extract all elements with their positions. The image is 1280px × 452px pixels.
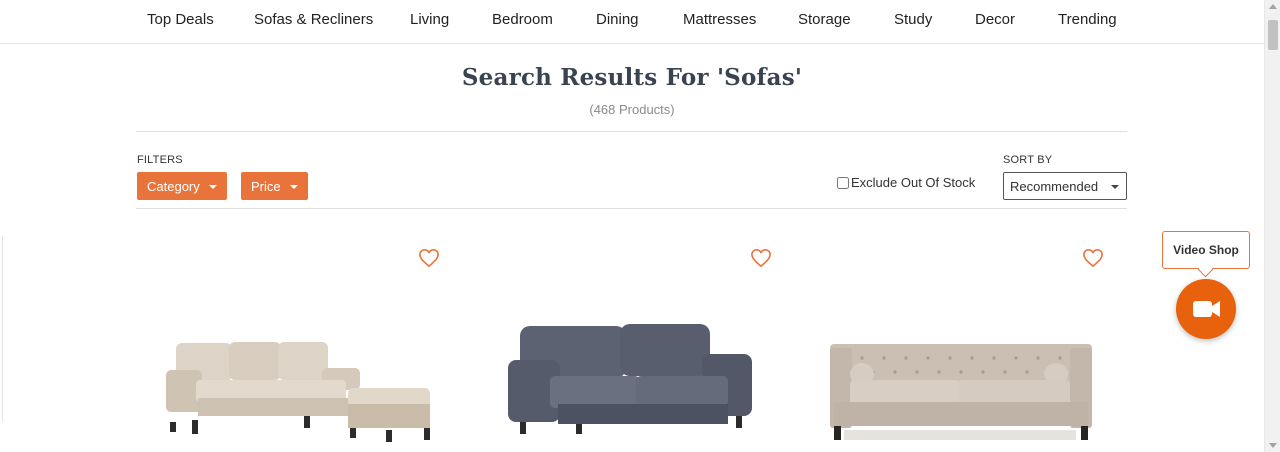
- scroll-up-arrow-icon[interactable]: [1269, 4, 1277, 9]
- scroll-thumb[interactable]: [1268, 20, 1278, 50]
- filters-label: FILTERS: [137, 154, 183, 166]
- product-image[interactable]: [800, 230, 1120, 452]
- nav-list: Top Deals Sofas & Recliners Living Bedro…: [0, 0, 1264, 40]
- page-title: Search Results For 'Sofas': [461, 64, 803, 91]
- product-card[interactable]: [468, 230, 788, 452]
- sort-selected-value: Recommended: [1010, 178, 1099, 194]
- video-shop-button[interactable]: [1176, 279, 1236, 339]
- exclude-out-of-stock[interactable]: Exclude Out Of Stock: [837, 175, 975, 190]
- divider: [136, 131, 1127, 132]
- exclude-out-of-stock-label: Exclude Out Of Stock: [851, 175, 976, 190]
- nav-item-storage[interactable]: Storage: [798, 11, 851, 28]
- result-count: (468 Products): [589, 102, 675, 117]
- video-shop-tooltip[interactable]: Video Shop: [1162, 231, 1250, 269]
- product-card[interactable]: [800, 230, 1120, 452]
- price-filter-button[interactable]: Price: [241, 172, 308, 200]
- page-scrollbar[interactable]: [1264, 0, 1280, 452]
- price-filter-label: Price: [251, 178, 281, 194]
- nav-item-decor[interactable]: Decor: [975, 11, 1015, 28]
- nav-item-study[interactable]: Study: [894, 11, 932, 28]
- nav-item-mattresses[interactable]: Mattresses: [683, 11, 756, 28]
- nav-item-top-deals[interactable]: Top Deals: [147, 11, 214, 28]
- divider: [136, 208, 1127, 209]
- exclude-out-of-stock-checkbox[interactable]: [837, 176, 849, 189]
- nav-item-sofas-recliners[interactable]: Sofas & Recliners: [254, 11, 373, 28]
- nav-item-bedroom[interactable]: Bedroom: [492, 11, 553, 28]
- product-image[interactable]: [136, 230, 456, 452]
- caret-down-icon: [208, 184, 217, 189]
- nav-item-trending[interactable]: Trending: [1058, 11, 1117, 28]
- category-filter-label: Category: [147, 178, 200, 194]
- top-nav: Top Deals Sofas & Recliners Living Bedro…: [0, 0, 1264, 44]
- video-camera-icon: [1193, 301, 1220, 317]
- product-card[interactable]: [136, 230, 456, 452]
- scroll-down-arrow-icon[interactable]: [1269, 443, 1277, 448]
- sort-select[interactable]: Recommended: [1003, 172, 1127, 200]
- video-shop-label: Video Shop: [1173, 243, 1239, 257]
- category-filter-button[interactable]: Category: [137, 172, 227, 200]
- caret-down-icon: [289, 184, 298, 189]
- nav-item-living[interactable]: Living: [410, 11, 449, 28]
- nav-item-dining[interactable]: Dining: [596, 11, 639, 28]
- product-image[interactable]: [468, 230, 788, 452]
- sort-label: SORT BY: [1003, 154, 1053, 166]
- side-panel-edge: [0, 236, 3, 422]
- caret-down-icon: [1111, 185, 1119, 189]
